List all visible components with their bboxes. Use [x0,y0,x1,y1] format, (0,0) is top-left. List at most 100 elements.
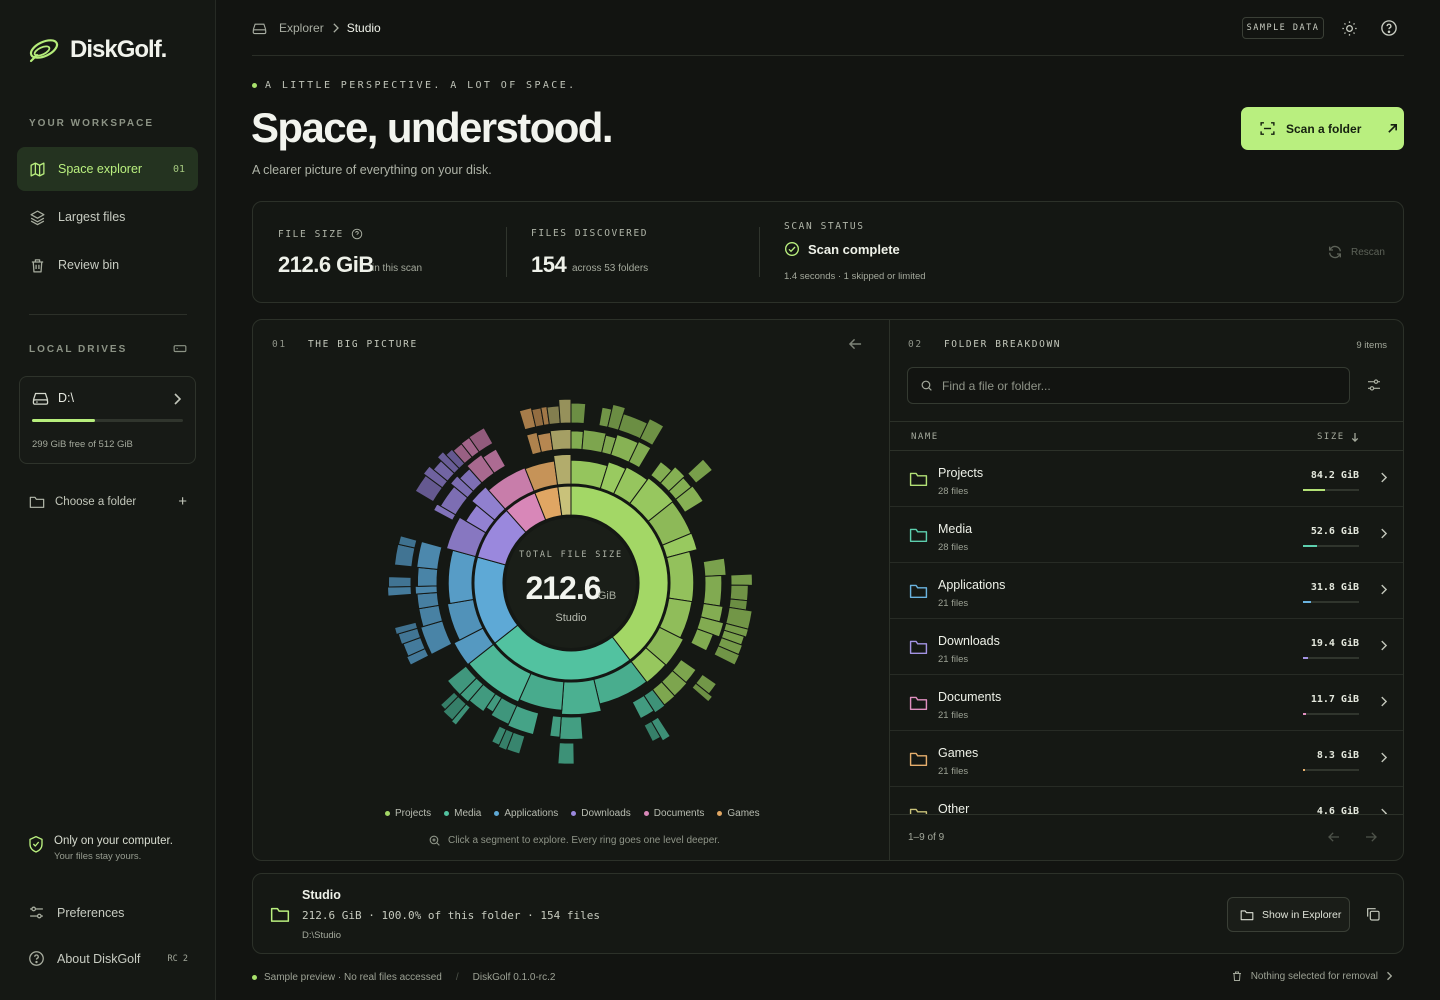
projects-segment[interactable] [666,550,695,603]
applications-segment[interactable] [416,566,439,587]
chart-hint: Click a segment to explore. Every ring g… [428,834,720,847]
removal-status[interactable]: Nothing selected for removal [1231,970,1392,982]
table-row[interactable]: Applications 21 files 31.8 GiB [890,563,1403,619]
table-row[interactable]: Projects 28 files 84.2 GiB [890,451,1403,507]
legend-item: Projects [385,808,431,819]
projects-segment[interactable] [702,574,723,607]
media-segment[interactable] [559,716,584,740]
projects-segment[interactable] [570,402,587,425]
selection-detail: 212.6 GiB · 100.0% of this folder · 154 … [302,909,601,922]
nav-review-bin[interactable]: Review bin [17,243,198,287]
big-picture-heading: 01 THE BIG PICTURE [272,339,418,350]
projects-segment[interactable] [702,557,727,577]
size-share-bar [1303,545,1359,547]
folder-icon [909,808,928,814]
show-in-explorer-button[interactable]: Show in Explorer [1227,897,1350,932]
logo[interactable]: DiskGolf. [28,36,167,64]
table-row[interactable]: Other 4.6 GiB [890,787,1403,814]
help-button[interactable] [1378,17,1400,39]
projects-segment[interactable] [687,458,714,484]
size-header-text: SIZE [1317,432,1345,442]
about-button[interactable]: About DiskGolf RC 2 [28,950,188,967]
scan-status: Scan complete [784,241,900,257]
scan-folder-button[interactable]: Scan a folder [1241,107,1404,150]
legend-swatch [643,811,649,816]
zoom-in-icon [429,835,440,846]
hint-text: Click a segment to explore. Every ring g… [448,835,720,846]
plus-icon: + [178,493,187,510]
back-arrow-icon[interactable] [849,338,862,350]
size-share-fill [1303,489,1326,491]
legend-swatch [385,811,390,816]
drive-icon[interactable] [173,342,187,354]
rescan-button[interactable]: Rescan [1327,244,1385,260]
choose-folder-button[interactable]: Choose a folder + [29,493,187,510]
privacy-note: Only on your computer. Your files stay y… [28,835,173,862]
table-row[interactable]: Games 21 files 8.3 GiB [890,731,1403,787]
legend-label: Applications [504,808,559,819]
legend-label: Documents [653,808,705,819]
center-value: 212.6 [525,570,600,606]
applications-segment[interactable] [414,585,438,595]
version-badge: RC 2 [167,953,188,964]
next-page-icon[interactable] [1365,832,1377,842]
table-row[interactable]: Media 28 files 52.6 GiB [890,507,1403,563]
nav-space-explorer[interactable]: Space explorer 01 [17,147,198,191]
size-share-fill [1303,657,1309,659]
status-dot [252,83,257,88]
size-share-fill [1303,713,1307,715]
media-segment[interactable] [549,715,562,738]
folder-file-count: 21 files [938,598,969,609]
sun-icon [1341,20,1357,36]
folder-name: Documents [938,690,1002,704]
nav-label: Space explorer [58,162,143,176]
folder-name: Media [938,522,973,536]
folder-icon [909,640,928,655]
drive-free-text: 299 GiB free of 512 GiB [32,439,133,450]
diskgolf-logo-icon [29,39,59,63]
projects-segment[interactable] [730,573,753,586]
nav-label: Review bin [58,258,120,272]
file-size-label: FILE SIZE [278,228,363,240]
theme-toggle-button[interactable] [1338,17,1360,39]
search-input[interactable] [942,378,1322,393]
applications-segment[interactable] [388,576,412,588]
item-count: 9 items [1356,340,1387,351]
legend-item: Media [444,808,481,819]
arrow-up-right-icon [1388,124,1398,133]
copy-icon[interactable] [1365,906,1381,922]
sidebar-divider [29,314,187,315]
applications-segment[interactable] [416,592,440,610]
breadcrumb-explorer[interactable]: Explorer [279,21,324,35]
separator: / [455,972,459,983]
prev-page-icon[interactable] [1328,832,1340,842]
folder-open-icon [29,496,45,508]
applications-segment[interactable] [387,585,412,597]
media-segment[interactable] [560,678,602,716]
applications-segment[interactable] [447,549,477,605]
folder-icon [909,528,928,543]
column-size-header[interactable]: SIZE [1317,432,1359,442]
help-circle-icon[interactable] [351,228,363,240]
folder-file-count: 21 files [938,654,969,665]
legend-item: Games [717,808,760,819]
folder-file-count: 21 files [938,710,969,721]
legend-swatch [717,811,723,816]
other-segment[interactable] [546,405,561,426]
filter-sliders-icon[interactable] [1366,377,1382,393]
projects-segment[interactable] [570,430,584,450]
table-row[interactable]: Downloads 21 files 19.4 GiB [890,619,1403,675]
drive-card[interactable]: D:\ 299 GiB free of 512 GiB [19,376,196,464]
preferences-button[interactable]: Preferences [28,904,124,921]
sunburst-chart[interactable]: TOTAL FILE SIZE 212.6 GiB Studio [371,383,771,783]
nav-largest-files[interactable]: Largest files [17,195,198,239]
table-row[interactable]: Documents 21 files 11.7 GiB [890,675,1403,731]
scan-button-label: Scan a folder [1286,121,1362,136]
other-segment[interactable] [558,398,572,424]
section-number: 01 [272,339,287,350]
column-name-header[interactable]: NAME [911,432,939,442]
projects-segment[interactable] [729,584,749,602]
other-segment[interactable] [549,428,572,451]
applications-segment[interactable] [416,540,443,570]
media-segment[interactable] [557,742,575,765]
